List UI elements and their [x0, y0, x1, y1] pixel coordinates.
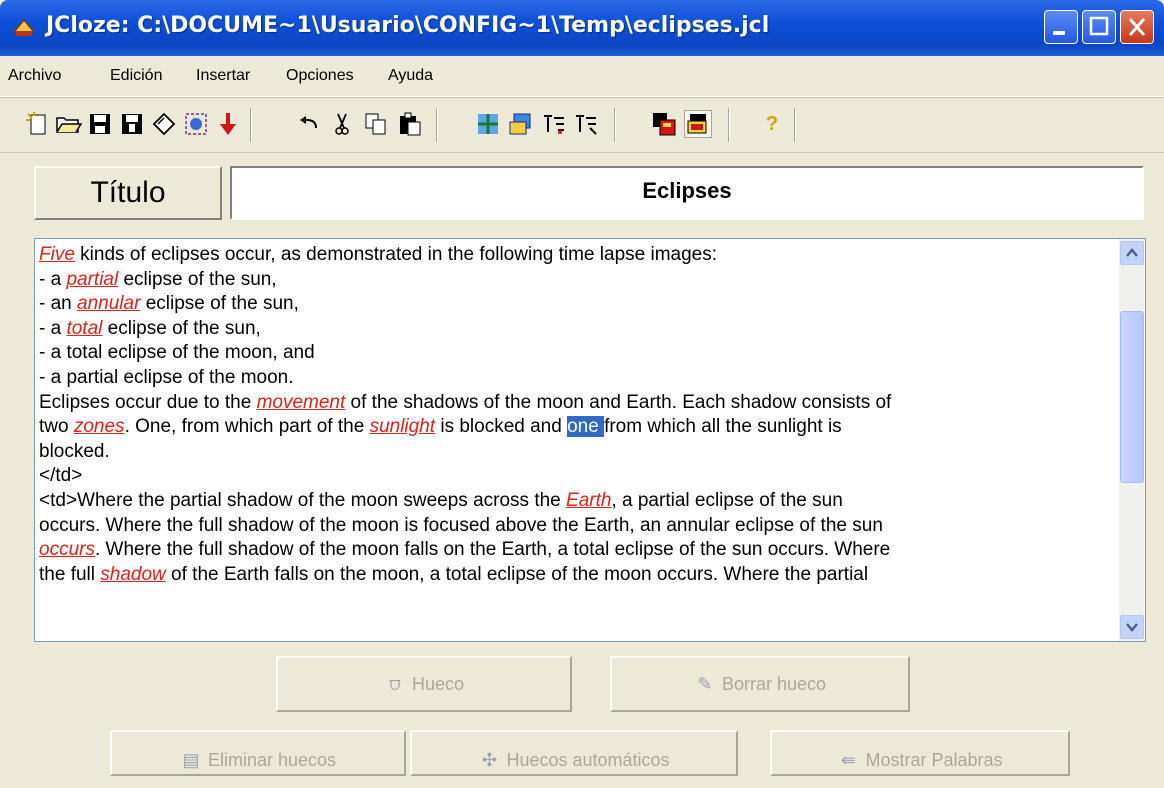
menu-insertar[interactable]: Insertar [196, 67, 250, 85]
menu-bar: Archivo Edición Insertar Opciones Ayuda [0, 56, 1164, 97]
text-line: eclipse of the sun, [102, 317, 261, 339]
minimize-button[interactable] [1044, 10, 1078, 44]
text-line: Eclipses occur due to the [39, 391, 257, 413]
preview-icon[interactable] [684, 110, 712, 138]
text-line: is blocked and [435, 416, 568, 438]
export-arrow-icon[interactable] [214, 110, 242, 138]
show-words-icon[interactable] [572, 110, 600, 138]
hueco-button[interactable]: ⩌ Hueco [276, 656, 572, 712]
text-line: </td> [39, 465, 83, 487]
auto-gaps-icon[interactable] [540, 110, 568, 138]
menu-opciones[interactable]: Opciones [286, 67, 354, 85]
web-page-icon[interactable] [182, 110, 210, 138]
title-input[interactable]: Eclipses [230, 166, 1144, 220]
text-line: blocked. [39, 440, 110, 462]
paste-icon[interactable] [396, 110, 424, 138]
scroll-up-button[interactable] [1120, 241, 1144, 265]
text-line: of the Earth falls on the moon, a total … [165, 563, 869, 585]
maximize-button[interactable] [1082, 10, 1116, 44]
text-line: - an [39, 293, 78, 315]
new-file-icon[interactable] [24, 110, 52, 138]
text-editor[interactable]: Five kinds of eclipses occur, as demonst… [34, 238, 1146, 642]
scroll-thumb[interactable] [1120, 311, 1144, 483]
eliminar-huecos-button[interactable]: ▤ Eliminar huecos [110, 730, 406, 776]
title-bar[interactable]: JCloze: C:\DOCUME~1\Usuario\CONFIG~1\Tem… [0, 0, 1164, 56]
gap-word[interactable]: Five [39, 244, 75, 265]
selected-text[interactable]: one [567, 416, 605, 438]
chevron-up-icon [1126, 248, 1138, 257]
text-line: the full [39, 563, 101, 585]
window-title: JCloze: C:\DOCUME~1\Usuario\CONFIG~1\Tem… [46, 13, 770, 38]
eraser-icon: ✎ [697, 674, 713, 694]
gap-word[interactable]: movement [257, 392, 346, 413]
app-icon [12, 18, 36, 36]
configure-icon[interactable] [650, 110, 678, 138]
auto-gaps-icon: ✣ [481, 750, 497, 770]
mostrar-palabras-button[interactable]: ⇚ Mostrar Palabras [770, 730, 1070, 776]
text-content: Five kinds of eclipses occur, as demonst… [39, 243, 1111, 587]
scroll-down-button[interactable] [1120, 615, 1144, 639]
gap-settings-icon[interactable] [474, 110, 502, 138]
text-line: - a [39, 317, 67, 339]
minimize-icon [1053, 31, 1065, 35]
text-line: occurs. Where the full shadow of the moo… [39, 514, 883, 536]
text-line: , a partial eclipse of the sun [611, 489, 843, 511]
gap-word[interactable]: sunlight [370, 416, 436, 437]
menu-ayuda[interactable]: Ayuda [388, 67, 433, 85]
gap-icon: ⩌ [389, 674, 401, 694]
toolbar-separator [436, 108, 438, 142]
menu-archivo[interactable]: Archivo [8, 67, 61, 85]
titulo-label: Título [34, 166, 222, 220]
gap-word[interactable]: shadow [100, 564, 166, 585]
gap-word[interactable]: occurs [39, 539, 95, 560]
mostrar-label: Mostrar Palabras [865, 750, 1003, 770]
text-line: from which all the sunlight is [604, 416, 842, 438]
chevron-down-icon [1126, 623, 1138, 632]
close-button[interactable] [1120, 10, 1154, 44]
text-line: two [39, 416, 74, 438]
text-line: eclipse of the sun, [140, 293, 299, 315]
text-line: . One, from which part of the [124, 416, 370, 438]
text-line: - a total eclipse of the moon, and [39, 342, 315, 364]
borrar-hueco-button[interactable]: ✎ Borrar hueco [610, 656, 910, 712]
show-words-icon: ⇚ [840, 750, 857, 770]
toolbar-separator [250, 108, 252, 142]
gap-word[interactable]: annular [77, 293, 140, 314]
automaticos-label: Huecos automáticos [506, 750, 670, 770]
gap-word[interactable]: total [66, 318, 102, 339]
borrar-label: Borrar hueco [721, 674, 827, 694]
cut-icon[interactable] [328, 110, 356, 138]
text-line: kinds of eclipses occur, as demonstrated… [74, 244, 718, 265]
gap-word[interactable]: Earth [566, 490, 611, 511]
undo-icon[interactable] [296, 110, 324, 138]
toolbar-separator [614, 108, 616, 142]
text-line: <td>Where the partial shadow of the moon… [39, 489, 567, 511]
help-icon[interactable]: ? [758, 110, 786, 138]
save-as-icon[interactable] [118, 110, 146, 138]
open-folder-icon[interactable] [54, 110, 83, 138]
add-gap-icon[interactable] [506, 110, 534, 138]
vertical-scrollbar[interactable] [1119, 239, 1145, 641]
toolbar-separator [728, 108, 730, 142]
eliminar-label: Eliminar huecos [207, 750, 337, 770]
toolbar: ? [0, 97, 1164, 153]
menu-edicion[interactable]: Edición [110, 67, 162, 85]
copy-icon[interactable] [362, 110, 390, 138]
text-line: . Where the full shadow of the moon fall… [94, 539, 891, 561]
close-icon [1128, 18, 1146, 36]
save-icon[interactable] [86, 110, 114, 138]
toolbar-separator [794, 108, 796, 142]
text-line: of the shadows of the moon and Earth. Ea… [345, 391, 892, 413]
gap-word[interactable]: zones [74, 416, 125, 437]
text-line: eclipse of the sun, [118, 268, 277, 290]
maximize-icon [1089, 16, 1109, 36]
text-line: - a partial eclipse of the moon. [39, 366, 294, 388]
text-line: - a [39, 268, 67, 290]
gap-word[interactable]: partial [66, 269, 118, 290]
huecos-automaticos-button[interactable]: ✣ Huecos automáticos [410, 730, 738, 776]
hueco-label: Hueco [411, 674, 465, 694]
clear-icon[interactable] [150, 110, 178, 138]
delete-gaps-icon: ▤ [182, 750, 200, 770]
